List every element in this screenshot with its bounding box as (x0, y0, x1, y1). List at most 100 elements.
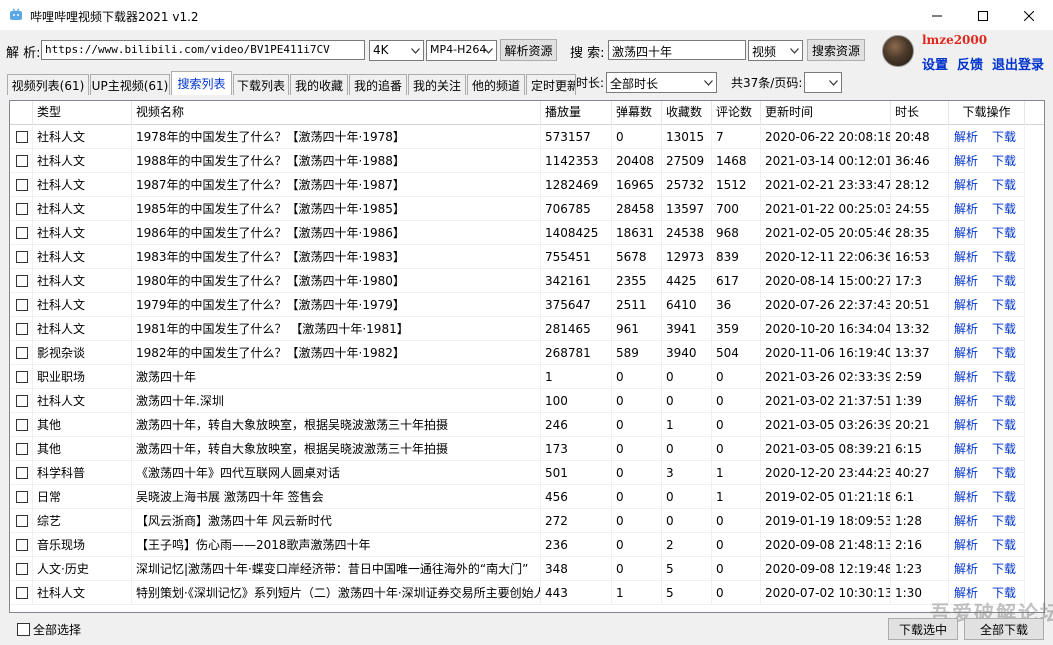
column-header[interactable]: 弹幕数 (612, 101, 662, 125)
row-parse-link[interactable]: 解析 (954, 341, 978, 364)
row-parse-link[interactable]: 解析 (954, 125, 978, 148)
row-checkbox[interactable] (16, 131, 28, 143)
table-row[interactable]: 社科人文 激荡四十年.深圳 100 0 0 0 2021-03-02 21:37:51 1:3… (10, 389, 1044, 413)
row-checkbox[interactable] (16, 563, 28, 575)
column-header[interactable]: 播放量 (541, 101, 612, 125)
tab-download-list[interactable]: 下载列表 (233, 74, 289, 95)
parse-resource-button[interactable]: 解析资源 (500, 39, 557, 61)
download-selected-button[interactable]: 下载选中 (888, 618, 958, 640)
row-download-link[interactable]: 下载 (992, 461, 1016, 484)
row-download-link[interactable]: 下载 (992, 533, 1016, 556)
row-download-link[interactable]: 下载 (992, 389, 1016, 412)
table-row[interactable]: 音乐现场 【王子鸣】伤心雨——2018歌声激荡四十年 236 0 2 0 2020-09-0… (10, 533, 1044, 557)
row-parse-link[interactable]: 解析 (954, 485, 978, 508)
row-parse-link[interactable]: 解析 (954, 173, 978, 196)
close-button[interactable] (1006, 0, 1052, 31)
table-row[interactable]: 社科人文 1985年的中国发生了什么？【激荡四十年·1985】 706785 2845… (10, 197, 1044, 221)
feedback-link[interactable]: 反馈 (957, 54, 983, 73)
row-checkbox[interactable] (16, 467, 28, 479)
row-checkbox[interactable] (16, 419, 28, 431)
row-checkbox[interactable] (16, 395, 28, 407)
duration-select[interactable]: 全部时长 (606, 72, 717, 93)
table-row[interactable]: 社科人文 1986年的中国发生了什么？【激荡四十年·1986】 1408425 186… (10, 221, 1044, 245)
column-header[interactable]: 类型 (33, 101, 132, 125)
url-input[interactable]: https://www.bilibili.com/video/BV1PE411i… (41, 40, 365, 60)
table-row[interactable]: 职业职场 激荡四十年 1 0 0 0 2021-03-26 02:33:39 2:59 解析 下载 (10, 365, 1044, 389)
table-row[interactable]: 其他 激荡四十年，转自大象放映室，根据吴晓波激荡三十年拍摄 173 0 0 0 2021-0… (10, 437, 1044, 461)
row-parse-link[interactable]: 解析 (954, 557, 978, 580)
tab-up-videos[interactable]: UP主视频(61) (90, 74, 170, 95)
tab-their-channel[interactable]: 他的频道 (467, 74, 525, 95)
row-download-link[interactable]: 下载 (992, 509, 1016, 532)
table-row[interactable]: 社科人文 1987年的中国发生了什么？【激荡四十年·1987】 1282469 169… (10, 173, 1044, 197)
row-parse-link[interactable]: 解析 (954, 293, 978, 316)
table-row[interactable]: 社科人文 1981年的中国发生了什么？ 【激荡四十年·1981】 281465 961… (10, 317, 1044, 341)
table-row[interactable]: 日常 吴晓波上海书展 激荡四十年 签售会 456 0 0 1 2019-02-05 01:2… (10, 485, 1044, 509)
search-input[interactable]: 激荡四十年 (608, 40, 746, 60)
row-parse-link[interactable]: 解析 (954, 413, 978, 436)
minimize-button[interactable] (914, 0, 960, 31)
column-header[interactable]: 视频名称 (132, 101, 541, 125)
row-download-link[interactable]: 下载 (992, 197, 1016, 220)
table-row[interactable]: 社科人文 1988年的中国发生了什么？【激荡四十年·1988】 1142353 204… (10, 149, 1044, 173)
row-download-link[interactable]: 下载 (992, 413, 1016, 436)
select-all-checkbox[interactable] (17, 623, 30, 636)
row-parse-link[interactable]: 解析 (954, 197, 978, 220)
row-parse-link[interactable]: 解析 (954, 365, 978, 388)
row-parse-link[interactable]: 解析 (954, 533, 978, 556)
column-header[interactable]: 时长 (891, 101, 949, 125)
search-resource-button[interactable]: 搜索资源 (807, 39, 865, 61)
table-row[interactable]: 影视杂谈 1982年的中国发生了什么？【激荡四十年·1982】 268781 589 3… (10, 341, 1044, 365)
row-checkbox[interactable] (16, 515, 28, 527)
codec-select[interactable]: MP4-H264 (426, 40, 497, 61)
row-parse-link[interactable]: 解析 (954, 245, 978, 268)
row-download-link[interactable]: 下载 (992, 293, 1016, 316)
table-row[interactable]: 社科人文 1978年的中国发生了什么？【激荡四十年·1978】 573157 0 130… (10, 125, 1044, 149)
settings-link[interactable]: 设置 (922, 54, 948, 73)
row-checkbox[interactable] (16, 227, 28, 239)
tab-video-list[interactable]: 视频列表(61) (7, 74, 89, 95)
row-parse-link[interactable]: 解析 (954, 461, 978, 484)
row-checkbox[interactable] (16, 155, 28, 167)
table-row[interactable]: 社科人文 特别策划·《深圳记忆》系列短片（二）激荡四十年·深圳证券交易所主要创始人… (10, 581, 1044, 605)
row-download-link[interactable]: 下载 (992, 317, 1016, 340)
row-parse-link[interactable]: 解析 (954, 221, 978, 244)
row-parse-link[interactable]: 解析 (954, 269, 978, 292)
table-row[interactable]: 人文·历史 深圳记忆|激荡四十年·蝶变口岸经济带：昔日中国唯一通往海外的“南大门”… (10, 557, 1044, 581)
row-parse-link[interactable]: 解析 (954, 437, 978, 460)
maximize-button[interactable] (960, 0, 1006, 31)
table-row[interactable]: 科学科普 《激荡四十年》四代互联网人圆桌对话 501 0 3 1 2020-12-20 23… (10, 461, 1044, 485)
table-row[interactable]: 社科人文 1980年的中国发生了什么？【激荡四十年·1980】 342161 2355… (10, 269, 1044, 293)
row-parse-link[interactable]: 解析 (954, 317, 978, 340)
row-download-link[interactable]: 下载 (992, 245, 1016, 268)
row-download-link[interactable]: 下载 (992, 341, 1016, 364)
row-download-link[interactable]: 下载 (992, 125, 1016, 148)
column-header[interactable]: 更新时间 (761, 101, 891, 125)
page-select[interactable] (804, 72, 842, 93)
select-all-label[interactable]: 全部选择 (33, 621, 81, 638)
download-all-button[interactable]: 全部下载 (964, 618, 1044, 640)
tab-my-bangumi[interactable]: 我的追番 (349, 74, 407, 95)
row-parse-link[interactable]: 解析 (954, 389, 978, 412)
row-download-link[interactable]: 下载 (992, 557, 1016, 580)
table-row[interactable]: 社科人文 1979年的中国发生了什么？【激荡四十年·1979】 375647 2511… (10, 293, 1044, 317)
row-checkbox[interactable] (16, 323, 28, 335)
row-checkbox[interactable] (16, 587, 28, 599)
row-parse-link[interactable]: 解析 (954, 509, 978, 532)
row-checkbox[interactable] (16, 539, 28, 551)
row-download-link[interactable]: 下载 (992, 221, 1016, 244)
row-checkbox[interactable] (16, 275, 28, 287)
row-checkbox[interactable] (16, 371, 28, 383)
tab-my-following[interactable]: 我的关注 (408, 74, 466, 95)
row-parse-link[interactable]: 解析 (954, 149, 978, 172)
row-download-link[interactable]: 下载 (992, 269, 1016, 292)
search-type-select[interactable]: 视频 (748, 40, 803, 61)
column-header[interactable]: 收藏数 (662, 101, 712, 125)
tab-my-favorites[interactable]: 我的收藏 (290, 74, 348, 95)
table-row[interactable]: 其他 激荡四十年，转自大象放映室，根据吴晓波激荡三十年拍摄 246 0 1 0 2021-0… (10, 413, 1044, 437)
tab-search-list[interactable]: 搜索列表 (171, 71, 232, 95)
row-checkbox[interactable] (16, 443, 28, 455)
avatar[interactable] (882, 35, 914, 67)
quality-select[interactable]: 4K (369, 40, 424, 61)
row-checkbox[interactable] (16, 347, 28, 359)
